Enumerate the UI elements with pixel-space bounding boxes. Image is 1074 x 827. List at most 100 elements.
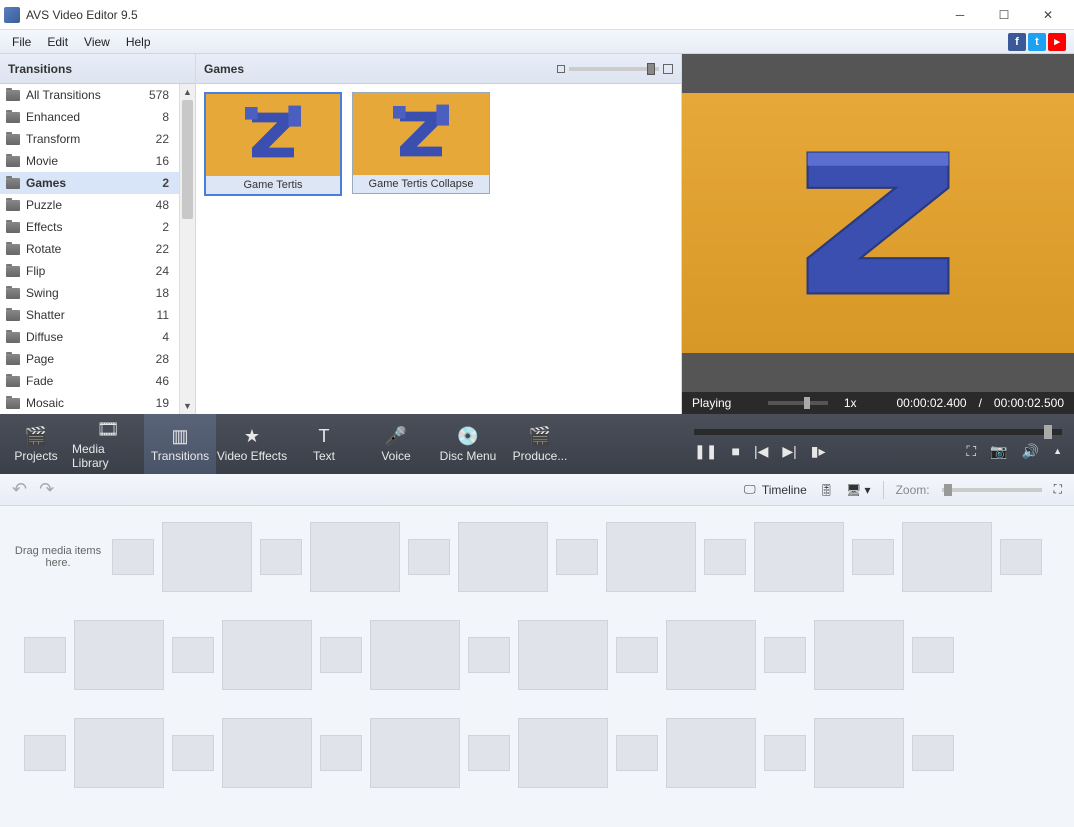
clip-slot[interactable] bbox=[754, 522, 844, 592]
transition-slot[interactable] bbox=[704, 539, 746, 575]
prev-frame-button[interactable]: |◀ bbox=[754, 443, 768, 460]
category-fade[interactable]: Fade 46 bbox=[0, 370, 179, 392]
scroll-up-icon[interactable]: ▲ bbox=[180, 84, 195, 100]
toolbar-projects[interactable]: 🎬 Projects bbox=[0, 414, 72, 474]
preview-canvas[interactable] bbox=[682, 54, 1074, 392]
seek-bar[interactable] bbox=[694, 429, 1062, 435]
timeline-mode-button[interactable]: 🖵 Timeline bbox=[742, 482, 807, 498]
transition-slot[interactable] bbox=[468, 637, 510, 673]
transition-slot[interactable] bbox=[112, 539, 154, 575]
category-shatter[interactable]: Shatter 11 bbox=[0, 304, 179, 326]
menu-view[interactable]: View bbox=[76, 33, 118, 51]
stop-button[interactable]: ■ bbox=[731, 443, 739, 459]
transition-slot[interactable] bbox=[320, 637, 362, 673]
toolbar-voice[interactable]: 🎤 Voice bbox=[360, 414, 432, 474]
undo-button[interactable]: ↶ bbox=[12, 479, 27, 500]
clip-slot[interactable] bbox=[814, 620, 904, 690]
thumb-game-tertis[interactable]: Game Tertis bbox=[204, 92, 342, 196]
category-page[interactable]: Page 28 bbox=[0, 348, 179, 370]
snapshot-button[interactable]: 📷 bbox=[990, 443, 1007, 460]
category-movie[interactable]: Movie 16 bbox=[0, 150, 179, 172]
menu-file[interactable]: File bbox=[4, 33, 39, 51]
category-diffuse[interactable]: Diffuse 4 bbox=[0, 326, 179, 348]
toolbar-disc-menu[interactable]: 💿 Disc Menu bbox=[432, 414, 504, 474]
category-mosaic[interactable]: Mosaic 19 bbox=[0, 392, 179, 414]
transition-slot[interactable] bbox=[616, 735, 658, 771]
volume-button[interactable]: 🔊 bbox=[1022, 443, 1039, 460]
category-flip[interactable]: Flip 24 bbox=[0, 260, 179, 282]
clip-slot[interactable] bbox=[74, 620, 164, 690]
close-button[interactable]: ✕ bbox=[1026, 1, 1070, 29]
fullscreen-button[interactable]: ⛶ bbox=[966, 443, 976, 460]
clip-slot[interactable] bbox=[518, 718, 608, 788]
toolbar-media-library[interactable]: 🎞 Media Library bbox=[72, 414, 144, 474]
speed-slider[interactable] bbox=[768, 401, 828, 405]
category-effects[interactable]: Effects 2 bbox=[0, 216, 179, 238]
clip-slot[interactable] bbox=[606, 522, 696, 592]
clip-slot[interactable] bbox=[458, 522, 548, 592]
clip-slot[interactable] bbox=[370, 718, 460, 788]
sidebar-scrollbar[interactable]: ▲ ▼ bbox=[179, 84, 195, 414]
toolbar-transitions[interactable]: ▥ Transitions bbox=[144, 414, 216, 474]
transition-slot[interactable] bbox=[260, 539, 302, 575]
transition-slot[interactable] bbox=[764, 735, 806, 771]
transition-slot[interactable] bbox=[912, 637, 954, 673]
transition-slot[interactable] bbox=[24, 637, 66, 673]
maximize-button[interactable]: ☐ bbox=[982, 1, 1026, 29]
thumb-game-tertis-collapse[interactable]: Game Tertis Collapse bbox=[352, 92, 490, 194]
audio-mix-button[interactable]: 🎚 bbox=[819, 483, 834, 497]
storyboard[interactable]: Drag media items here. bbox=[0, 506, 1074, 827]
category-rotate[interactable]: Rotate 22 bbox=[0, 238, 179, 260]
clip-slot[interactable] bbox=[222, 718, 312, 788]
transition-slot[interactable] bbox=[852, 539, 894, 575]
facebook-icon[interactable]: f bbox=[1008, 33, 1026, 51]
transition-slot[interactable] bbox=[320, 735, 362, 771]
clip-slot[interactable] bbox=[666, 620, 756, 690]
drop-hint[interactable]: Drag media items here. bbox=[8, 522, 108, 592]
transition-slot[interactable] bbox=[468, 735, 510, 771]
zoom-slider[interactable] bbox=[942, 488, 1042, 492]
play-range-button[interactable]: ▮▸ bbox=[811, 443, 826, 460]
transition-slot[interactable] bbox=[616, 637, 658, 673]
clip-slot[interactable] bbox=[666, 718, 756, 788]
size-large-icon[interactable] bbox=[663, 64, 673, 74]
transition-slot[interactable] bbox=[764, 637, 806, 673]
transition-slot[interactable] bbox=[912, 735, 954, 771]
transition-slot[interactable] bbox=[172, 735, 214, 771]
clip-slot[interactable] bbox=[814, 718, 904, 788]
sidebar-list[interactable]: All Transitions 578 Enhanced 8 Transform… bbox=[0, 84, 195, 414]
clip-slot[interactable] bbox=[222, 620, 312, 690]
volume-expand-icon[interactable]: ▲ bbox=[1053, 446, 1062, 456]
aspect-button[interactable]: 🖥 ▾ bbox=[846, 483, 871, 497]
scroll-thumb[interactable] bbox=[182, 100, 193, 219]
menu-help[interactable]: Help bbox=[118, 33, 159, 51]
transition-slot[interactable] bbox=[172, 637, 214, 673]
transition-slot[interactable] bbox=[1000, 539, 1042, 575]
next-frame-button[interactable]: ▶| bbox=[782, 443, 796, 460]
clip-slot[interactable] bbox=[162, 522, 252, 592]
menu-edit[interactable]: Edit bbox=[39, 33, 76, 51]
clip-slot[interactable] bbox=[74, 718, 164, 788]
redo-button[interactable]: ↷ bbox=[39, 479, 54, 500]
size-small-icon[interactable] bbox=[557, 65, 565, 73]
clip-slot[interactable] bbox=[370, 620, 460, 690]
clip-slot[interactable] bbox=[902, 522, 992, 592]
category-puzzle[interactable]: Puzzle 48 bbox=[0, 194, 179, 216]
thumbnail-size-slider[interactable] bbox=[557, 64, 673, 74]
transition-slot[interactable] bbox=[556, 539, 598, 575]
category-all-transitions[interactable]: All Transitions 578 bbox=[0, 84, 179, 106]
transition-slot[interactable] bbox=[408, 539, 450, 575]
pause-button[interactable]: ❚❚ bbox=[694, 443, 717, 460]
category-enhanced[interactable]: Enhanced 8 bbox=[0, 106, 179, 128]
clip-slot[interactable] bbox=[310, 522, 400, 592]
category-transform[interactable]: Transform 22 bbox=[0, 128, 179, 150]
scroll-down-icon[interactable]: ▼ bbox=[180, 398, 195, 414]
youtube-icon[interactable]: ▸ bbox=[1048, 33, 1066, 51]
clip-slot[interactable] bbox=[518, 620, 608, 690]
toolbar-text[interactable]: T Text bbox=[288, 414, 360, 474]
minimize-button[interactable]: ─ bbox=[938, 1, 982, 29]
size-thumb[interactable] bbox=[647, 63, 655, 75]
transition-slot[interactable] bbox=[24, 735, 66, 771]
category-games[interactable]: Games 2 bbox=[0, 172, 179, 194]
zoom-fit-button[interactable]: ⛶ bbox=[1054, 482, 1062, 497]
